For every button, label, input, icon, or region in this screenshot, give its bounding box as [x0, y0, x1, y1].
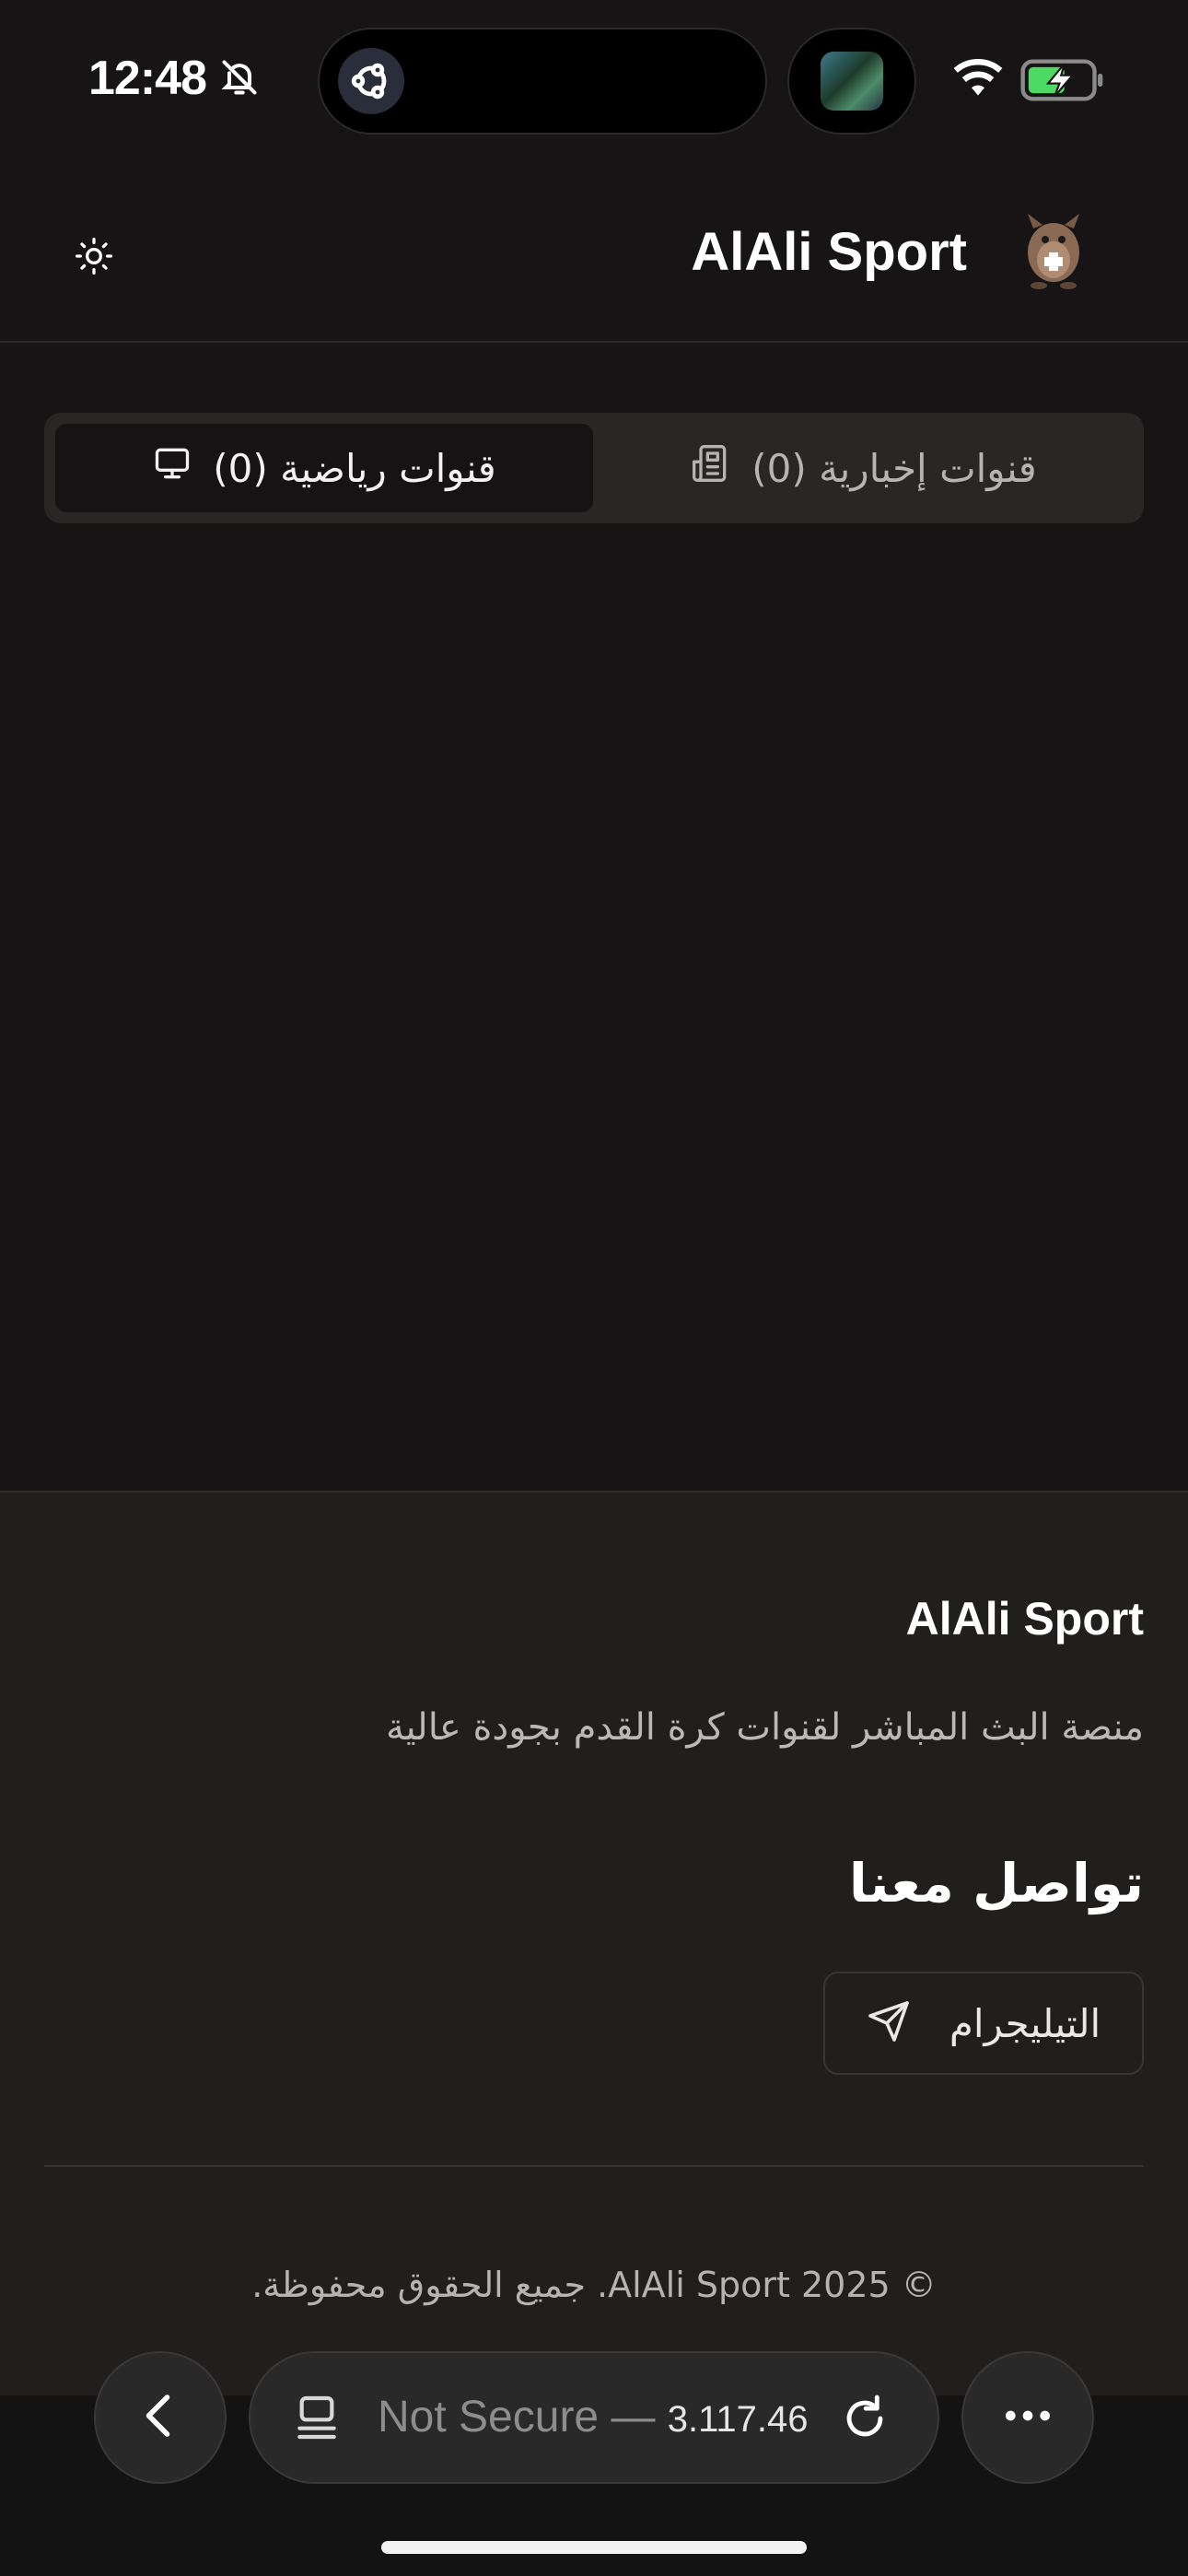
- bell-slash-icon: [219, 57, 260, 98]
- sun-icon[interactable]: [64, 227, 123, 286]
- battery-charging-icon: [1020, 59, 1105, 105]
- tab-label: قنوات رياضية (0): [213, 445, 496, 491]
- footer-description: منصة البث المباشر لقنوات كرة القدم بجودة…: [386, 1706, 1144, 1749]
- url-text: Not Secure — 3.117.46: [378, 2392, 809, 2442]
- tabs-icon[interactable]: [291, 2392, 343, 2447]
- back-icon: [133, 2388, 188, 2447]
- contact-heading: تواصل معنا: [848, 1852, 1144, 1914]
- telegram-button[interactable]: التيليجرام: [823, 1972, 1144, 2075]
- site-header: AlAli Sport: [0, 166, 1188, 343]
- footer-divider: [44, 2165, 1144, 2167]
- dynamic-island: [318, 28, 767, 135]
- send-icon: [867, 1999, 911, 2047]
- tv-icon: [152, 443, 192, 493]
- ubuntu-icon: [338, 48, 404, 114]
- site-title[interactable]: AlAli Sport: [691, 221, 967, 283]
- site-footer: AlAli Sport منصة البث المباشر لقنوات كرة…: [0, 1491, 1188, 2414]
- back-button[interactable]: [94, 2351, 227, 2484]
- address-bar[interactable]: Not Secure — 3.117.46: [249, 2351, 939, 2484]
- home-indicator[interactable]: [381, 2541, 807, 2554]
- mascot-logo[interactable]: [1019, 212, 1089, 289]
- status-time: 12:48: [88, 52, 207, 105]
- tab-label: قنوات إخبارية (0): [751, 445, 1037, 491]
- tab-sports-channels[interactable]: قنوات رياضية (0): [55, 424, 593, 512]
- more-button[interactable]: [961, 2351, 1094, 2484]
- security-label: Not Secure —: [378, 2393, 668, 2441]
- channel-tabs: قنوات رياضية (0) قنوات إخبارية (0): [44, 413, 1144, 523]
- reload-icon[interactable]: [838, 2392, 891, 2449]
- telegram-label: التيليجرام: [949, 2000, 1101, 2046]
- tab-news-channels[interactable]: قنوات إخبارية (0): [595, 424, 1133, 512]
- url-host: 3.117.46: [667, 2399, 809, 2440]
- media-activity[interactable]: [787, 28, 916, 135]
- newspaper-icon: [691, 443, 731, 493]
- footer-brand: AlAli Sport: [905, 1593, 1144, 1645]
- copyright: © 2025 AlAli Sport. جميع الحقوق محفوظة.: [251, 2265, 937, 2305]
- wifi-icon: [952, 59, 1004, 101]
- more-icon: [998, 2386, 1057, 2449]
- media-thumbnail: [821, 52, 883, 111]
